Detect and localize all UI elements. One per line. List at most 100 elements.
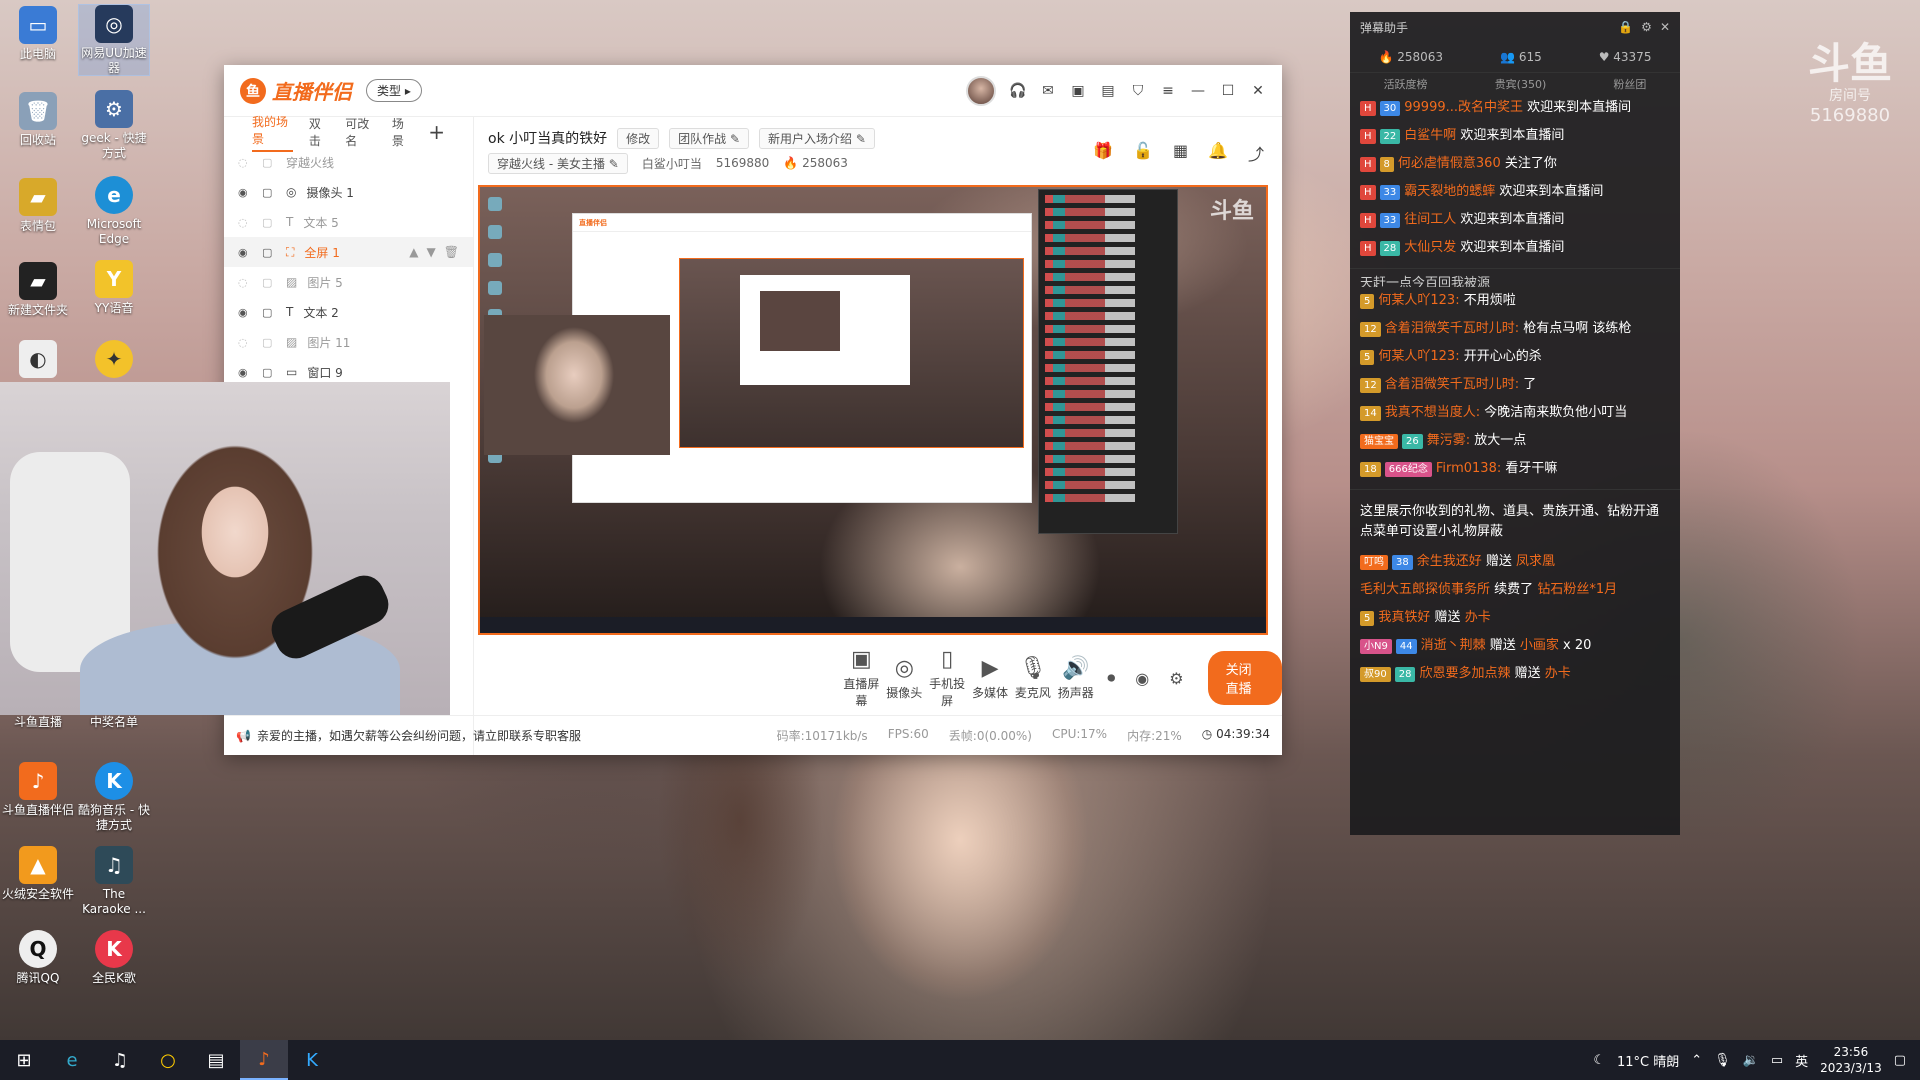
headset-icon[interactable]: 🎧 — [1009, 83, 1026, 99]
screen-capture-button[interactable]: ▣ 直播屏幕 — [840, 647, 883, 709]
desktop-icon-edge[interactable]: e Microsoft Edge — [78, 176, 150, 247]
desktop-icon-douyu-assistant[interactable]: ♪ 斗鱼直播伴侣 — [2, 762, 74, 818]
close-icon[interactable]: ✕ — [1250, 83, 1266, 99]
desktop-icon-recycle[interactable]: 🗑 回收站 — [2, 92, 74, 148]
circle-taskbar-icon[interactable]: ○ — [144, 1040, 192, 1080]
notice-text[interactable]: 亲爱的主播，如遇欠薪等公会纠纷问题，请立即联系专职客服 — [257, 727, 581, 744]
add-scene-icon[interactable]: + — [428, 120, 445, 144]
app-taskbar-icon[interactable]: ▤ — [192, 1040, 240, 1080]
desktop-icon-qq[interactable]: Q 腾讯QQ — [2, 930, 74, 986]
ime-indicator[interactable]: 英 — [1795, 1051, 1808, 1070]
move-up-icon[interactable]: ▲ — [409, 245, 418, 259]
scene-row[interactable]: ◉ ▢ ◎ 摄像头 1 — [224, 177, 473, 207]
record-icon[interactable]: ⏺ — [1107, 668, 1115, 688]
speaker-button[interactable]: 🔊 扬声器 — [1054, 656, 1097, 701]
camera-button[interactable]: ◎ 摄像头 — [883, 656, 926, 701]
lock-icon[interactable]: ▢ — [262, 216, 276, 229]
notification-icon[interactable]: ▢ — [1894, 1053, 1906, 1068]
new-user-intro-button[interactable]: 新用户入场介绍 ✎ — [759, 127, 875, 149]
desktop-icon-this-pc[interactable]: ▭ 此电脑 — [2, 6, 74, 62]
scene-row[interactable]: ◌ ▢ T 文本 5 — [224, 207, 473, 237]
volume-icon[interactable]: 🔉 — [1743, 1053, 1759, 1068]
scene-row[interactable]: ◌ ▢ ▨ 图片 11 — [224, 327, 473, 357]
scene-row[interactable]: ◉ ▢ ⛶ 全屏 1 ▲ ▼ 🗑 — [224, 237, 473, 267]
desktop-icon-kugou[interactable]: K 酷狗音乐 - 快捷方式 — [78, 762, 150, 833]
maximize-icon[interactable]: ☐ — [1220, 83, 1236, 99]
eye-off-icon[interactable]: ◌ — [238, 336, 252, 349]
eye-icon[interactable]: ◉ — [238, 186, 252, 199]
eye-off-icon[interactable]: ◌ — [238, 276, 252, 289]
lock-icon[interactable]: ▢ — [262, 246, 276, 259]
tab-double-click[interactable]: 双击 — [309, 115, 329, 149]
tab-my-scenes[interactable]: 我的场景 — [252, 113, 293, 152]
eye-icon[interactable]: ◉ — [238, 246, 252, 259]
tab-rename[interactable]: 可改名 — [345, 115, 376, 149]
tab-vip[interactable]: 贵宾(350) — [1495, 76, 1547, 92]
preview-eye-icon[interactable]: ◉ — [1135, 669, 1149, 688]
team-battle-button[interactable]: 团队作战 ✎ — [669, 127, 750, 149]
windows-start-icon[interactable]: ⊞ — [0, 1040, 48, 1080]
media-button[interactable]: ▶ 多媒体 — [969, 656, 1012, 701]
monitor-icon[interactable]: ▤ — [1100, 83, 1116, 99]
lock-icon[interactable]: ▢ — [262, 366, 276, 379]
edit-title-button[interactable]: 修改 — [617, 127, 660, 149]
desktop-icon-karaoke[interactable]: ♫ The Karaoke ... — [78, 846, 150, 917]
scene-row[interactable]: ◉ ▢ T 文本 2 — [224, 297, 473, 327]
gift-box-icon[interactable]: 🎁 — [1093, 141, 1113, 165]
minimize-icon[interactable]: — — [1190, 83, 1206, 99]
avatar[interactable] — [966, 75, 996, 106]
lock-icon[interactable]: ▢ — [262, 186, 276, 199]
scene-row[interactable]: ◌ ▢ ▨ 图片 5 — [224, 267, 473, 297]
edge-taskbar-icon[interactable]: e — [48, 1040, 96, 1080]
gear-icon[interactable]: ⚙ — [1641, 20, 1652, 34]
lock-icon[interactable]: 🔒 — [1618, 20, 1633, 34]
type-button[interactable]: 类型 ▸ — [366, 79, 422, 102]
eye-off-icon[interactable]: ◌ — [238, 216, 252, 229]
desktop-icon-penguin[interactable]: ◐ — [2, 340, 74, 381]
kugou-taskbar-icon[interactable]: K — [288, 1040, 336, 1080]
category-button[interactable]: 穿越火线 - 美女主播 ✎ — [488, 152, 628, 174]
microphone-button[interactable]: 🎙 麦克风 — [1012, 656, 1055, 701]
karaoke-taskbar-icon[interactable]: ♫ — [96, 1040, 144, 1080]
desktop-icon-geek[interactable]: ⚙ geek - 快捷方式 — [78, 90, 150, 161]
screen-icon[interactable]: ▣ — [1070, 83, 1086, 99]
desktop-icon-douyu-live[interactable]: 斗鱼直播 — [2, 715, 74, 730]
weather[interactable]: 11°C 晴朗 — [1617, 1051, 1679, 1070]
douyu-taskbar-icon[interactable]: ♪ — [240, 1040, 288, 1080]
settings-icon[interactable]: ⚙ — [1169, 669, 1183, 688]
tab-scene[interactable]: 场景 — [392, 115, 412, 149]
desktop-icon-ball[interactable]: ✦ — [78, 340, 150, 381]
desktop-icon-emoji[interactable]: ▰ 表情包 — [2, 178, 74, 234]
unlock-icon[interactable]: 🔓 — [1133, 141, 1153, 165]
eye-icon[interactable]: ◉ — [238, 366, 252, 379]
preview-stage[interactable]: 直播伴侣 斗鱼 — [478, 185, 1268, 635]
layout-icon[interactable]: ▦ — [1173, 141, 1188, 165]
desktop-icon-winners[interactable]: 中奖名单 — [78, 715, 150, 730]
mail-icon[interactable]: ✉ — [1040, 83, 1056, 99]
lock-icon[interactable]: ▢ — [262, 276, 276, 289]
eye-off-icon[interactable]: ◌ — [238, 156, 252, 169]
clock[interactable]: 23:56 2023/3/13 — [1820, 1044, 1882, 1076]
tab-fan-club[interactable]: 粉丝团 — [1613, 76, 1646, 92]
share-icon[interactable]: ⤴ — [1248, 141, 1264, 165]
desktop-icon-new-folder[interactable]: ▰ 新建文件夹 — [2, 262, 74, 318]
phone-cast-button[interactable]: ▯ 手机投屏 — [926, 647, 969, 709]
desktop-icon-kge[interactable]: K 全民K歌 — [78, 930, 150, 986]
camera-overlay[interactable] — [0, 382, 450, 715]
shirt-icon[interactable]: ⛉ — [1130, 83, 1146, 99]
desktop-icon-uu[interactable]: ◎ 网易UU加速器 — [78, 4, 150, 76]
mic-tray-icon[interactable]: 🎙 — [1714, 1053, 1731, 1068]
network-icon[interactable]: ▭ — [1771, 1053, 1783, 1068]
lock-icon[interactable]: ▢ — [262, 306, 276, 319]
lock-icon[interactable]: ▢ — [262, 156, 276, 169]
chevron-up-icon[interactable]: ⌃ — [1691, 1053, 1702, 1068]
tab-activity[interactable]: 活跃度榜 — [1384, 76, 1428, 92]
close-icon[interactable]: ✕ — [1660, 20, 1670, 34]
scene-row[interactable]: ◌ ▢ 穿越火线 — [224, 147, 473, 177]
delete-icon[interactable]: 🗑 — [444, 245, 459, 259]
eye-icon[interactable]: ◉ — [238, 306, 252, 319]
stop-live-button[interactable]: 关闭直播 — [1207, 651, 1283, 705]
lock-icon[interactable]: ▢ — [262, 336, 276, 349]
move-down-icon[interactable]: ▼ — [427, 245, 436, 259]
bell-icon[interactable]: 🔔 — [1208, 141, 1228, 165]
